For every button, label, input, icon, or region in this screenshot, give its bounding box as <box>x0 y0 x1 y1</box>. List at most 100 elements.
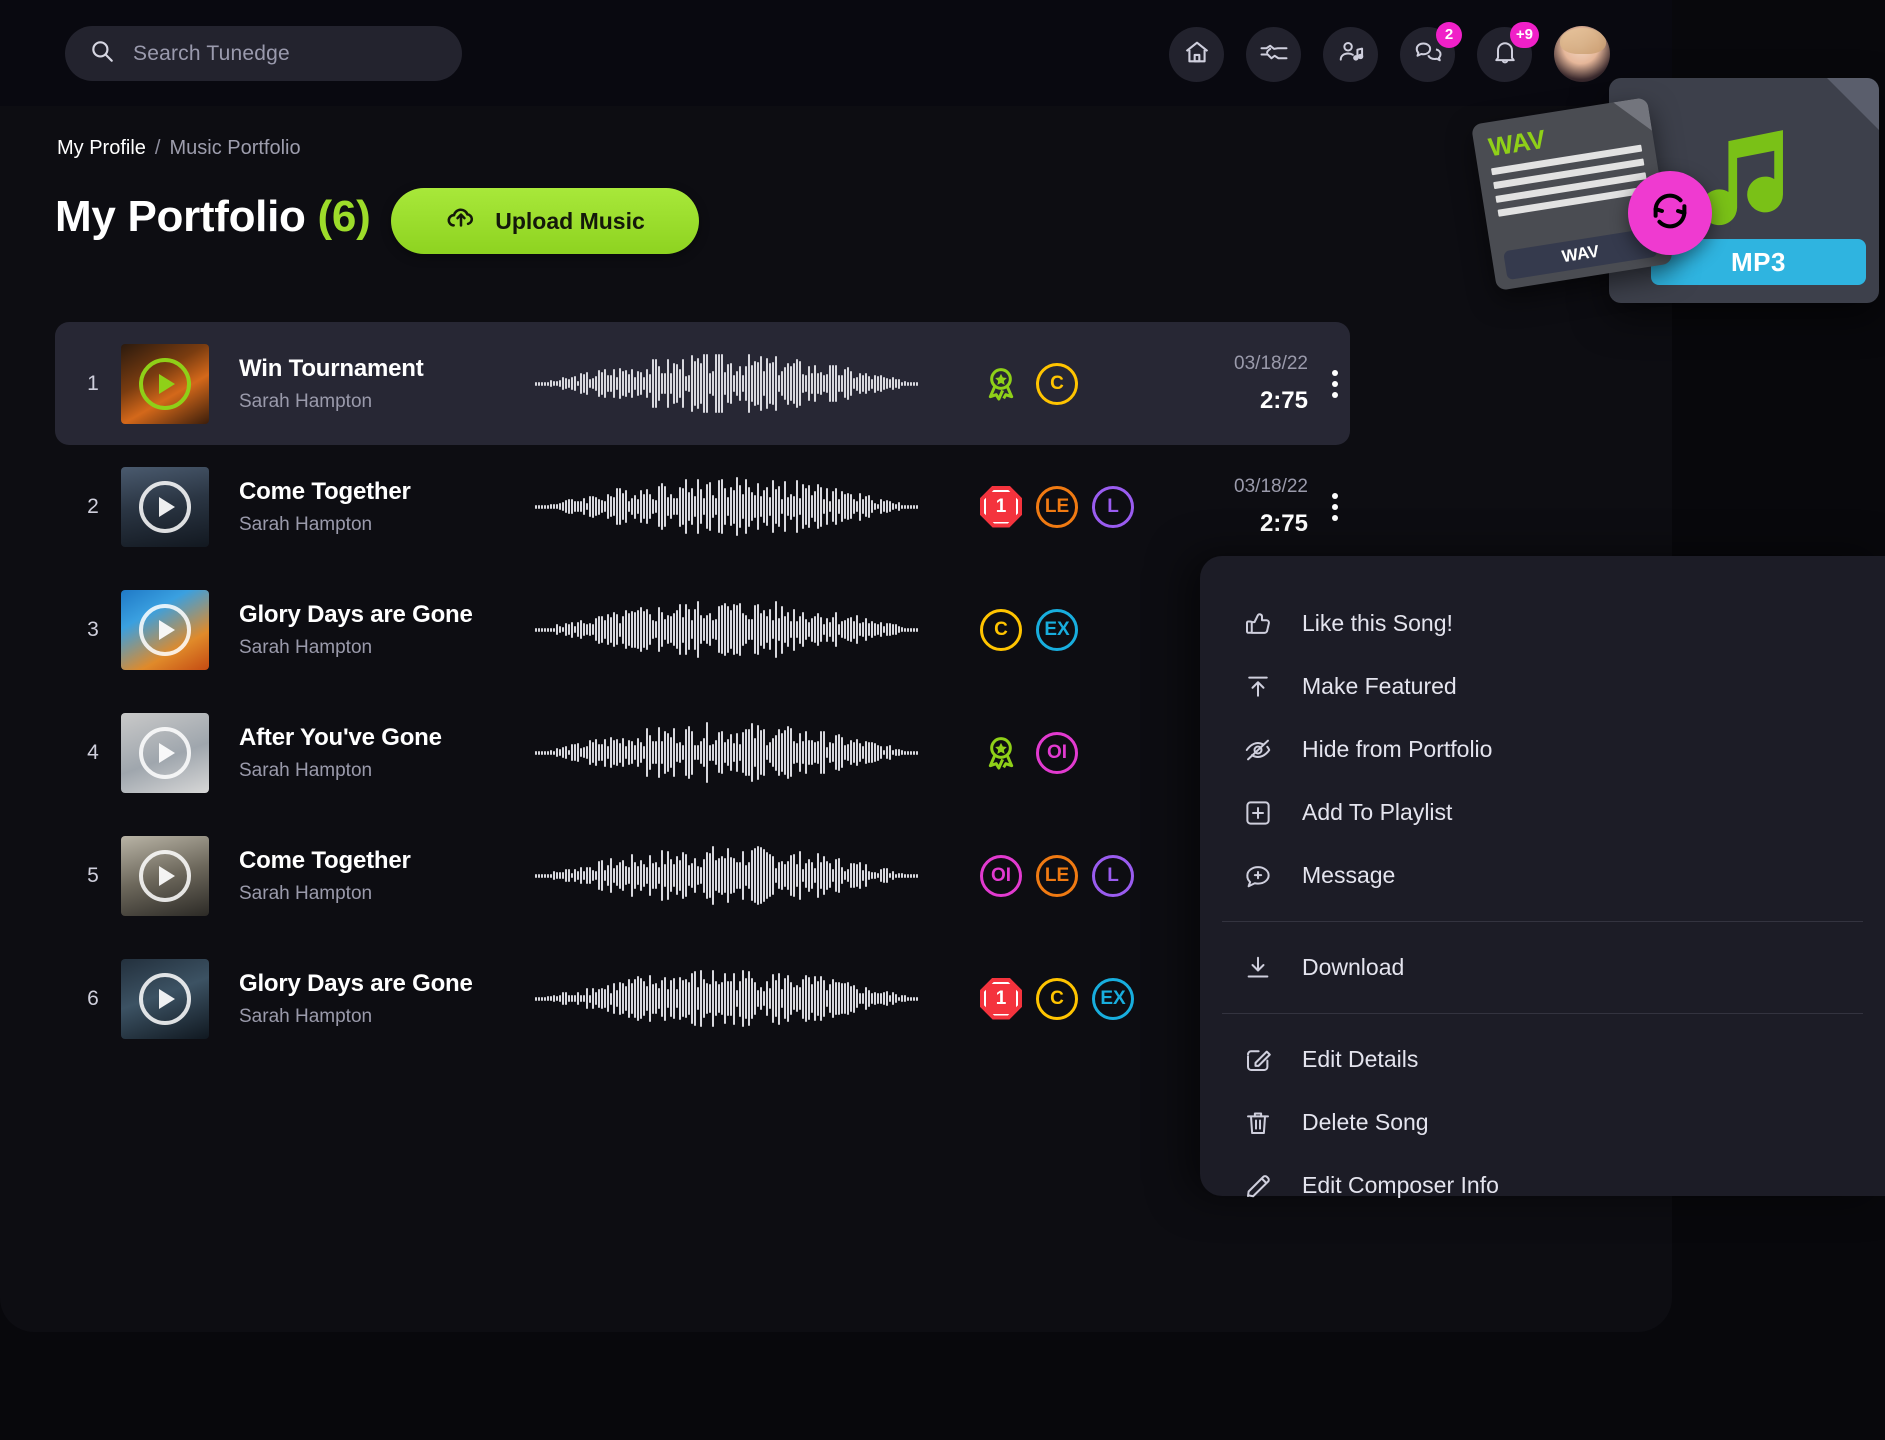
page-title-text: My Portfolio <box>55 192 306 241</box>
pencil-icon <box>1242 1171 1274 1201</box>
track-list: 1 Win Tournament Sarah Hampton C 03/18/22 2:7… <box>55 322 1350 1060</box>
play-icon[interactable] <box>139 972 191 1025</box>
track-thumbnail[interactable] <box>121 712 209 793</box>
menu-item-add-to-playlist[interactable]: Add To Playlist <box>1200 781 1885 844</box>
convert-icon-button[interactable] <box>1628 171 1712 255</box>
play-icon[interactable] <box>139 357 191 410</box>
track-flags: C EX <box>980 608 1170 651</box>
upload-music-button[interactable]: Upload Music <box>391 188 699 254</box>
thumbs-up-icon <box>1242 609 1274 639</box>
search-icon <box>89 38 115 69</box>
track-more-menu-button[interactable] <box>1320 492 1350 521</box>
play-icon[interactable] <box>139 849 191 902</box>
cloud-upload-icon <box>445 202 477 240</box>
breadcrumb-music-portfolio[interactable]: Music Portfolio <box>169 137 300 160</box>
wav-page-fold <box>1613 97 1652 136</box>
track-row[interactable]: 2 Come Together Sarah Hampton 1 LE L 03/18/22 2… <box>55 445 1350 568</box>
menu-item-like-this-song[interactable]: Like this Song! <box>1200 592 1885 655</box>
flag-badge-c: C <box>980 608 1022 651</box>
waveform[interactable] <box>535 963 927 1035</box>
track-thumbnail[interactable] <box>121 466 209 547</box>
waveform[interactable] <box>535 840 927 912</box>
waveform[interactable] <box>535 594 927 666</box>
waveform[interactable] <box>535 348 927 420</box>
breadcrumb-separator: / <box>154 137 161 159</box>
track-flags: 1 LE L <box>980 485 1170 528</box>
menu-item-label: Message <box>1302 862 1396 888</box>
restriction-badge: 1 <box>980 485 1022 528</box>
message-plus-icon <box>1242 861 1274 891</box>
menu-item-edit-composer-info[interactable]: Edit Composer Info <box>1200 1154 1885 1217</box>
award-badge-icon <box>980 732 1022 774</box>
track-title[interactable]: Come Together <box>239 847 531 875</box>
trash-icon <box>1242 1108 1274 1138</box>
track-index: 2 <box>87 494 99 518</box>
menu-item-label: Delete Song <box>1302 1109 1429 1135</box>
track-index: 6 <box>87 986 99 1010</box>
track-title[interactable]: Glory Days are Gone <box>239 601 531 629</box>
handshake-icon-button[interactable] <box>1246 26 1301 82</box>
play-icon[interactable] <box>139 480 191 533</box>
menu-item-label: Hide from Portfolio <box>1302 736 1493 762</box>
track-row[interactable]: 6 Glory Days are Gone Sarah Hampton 1 C EX <box>55 937 1350 1060</box>
waveform[interactable] <box>535 471 927 543</box>
bell-badge: +9 <box>1509 21 1539 48</box>
menu-item-edit-details[interactable]: Edit Details <box>1200 1028 1885 1091</box>
track-info: 03/18/22 2:75 <box>1170 476 1320 538</box>
track-row[interactable]: 1 Win Tournament Sarah Hampton C 03/18/22 2:7… <box>55 322 1350 445</box>
track-thumbnail[interactable] <box>121 958 209 1039</box>
user-music-icon-button[interactable] <box>1323 26 1378 82</box>
track-thumbnail[interactable] <box>121 835 209 916</box>
avatar[interactable] <box>1554 26 1610 82</box>
user-music-icon <box>1337 38 1365 71</box>
play-icon[interactable] <box>139 726 191 779</box>
track-title[interactable]: Come Together <box>239 478 531 506</box>
track-flags: 1 C EX <box>980 977 1170 1020</box>
waveform[interactable] <box>535 717 927 789</box>
mp3-page-fold <box>1827 78 1879 130</box>
track-row[interactable]: 5 Come Together Sarah Hampton OI LE L <box>55 814 1350 937</box>
upload-music-label: Upload Music <box>495 207 645 234</box>
refresh-convert-icon <box>1647 188 1693 239</box>
arrow-up-bar-icon <box>1242 672 1274 702</box>
track-meta: Come Together Sarah Hampton <box>239 847 531 905</box>
track-meta: Glory Days are Gone Sarah Hampton <box>239 601 531 659</box>
plus-square-icon <box>1242 798 1274 828</box>
track-row[interactable]: 3 Glory Days are Gone Sarah Hampton C EX <box>55 568 1350 691</box>
portfolio-count: (6) <box>317 192 371 241</box>
menu-item-download[interactable]: Download <box>1200 936 1885 999</box>
track-row[interactable]: 4 After You've Gone Sarah Hampton OI <box>55 691 1350 814</box>
menu-item-label: Edit Composer Info <box>1302 1172 1499 1198</box>
track-thumbnail[interactable] <box>121 589 209 670</box>
play-icon[interactable] <box>139 603 191 656</box>
track-title[interactable]: Win Tournament <box>239 355 531 383</box>
track-title[interactable]: Glory Days are Gone <box>239 970 531 998</box>
menu-item-hide-from-portfolio[interactable]: Hide from Portfolio <box>1200 718 1885 781</box>
breadcrumb-my-profile[interactable]: My Profile <box>57 137 146 160</box>
track-more-menu-button[interactable] <box>1320 369 1350 398</box>
menu-item-delete-song[interactable]: Delete Song <box>1200 1091 1885 1154</box>
track-artist: Sarah Hampton <box>239 390 373 412</box>
menu-item-message[interactable]: Message <box>1200 844 1885 907</box>
menu-item-label: Like this Song! <box>1302 610 1453 636</box>
menu-item-make-featured[interactable]: Make Featured <box>1200 655 1885 718</box>
chat-icon-button[interactable]: 2 <box>1400 21 1462 82</box>
search-input[interactable]: Search Tunedge <box>65 26 462 81</box>
track-artist: Sarah Hampton <box>239 636 373 658</box>
track-title[interactable]: After You've Gone <box>239 724 531 752</box>
home-icon <box>1183 38 1211 71</box>
search-placeholder-text: Search Tunedge <box>133 41 290 65</box>
flag-badge-oi: OI <box>980 854 1022 897</box>
menu-divider <box>1222 1013 1863 1014</box>
track-thumbnail[interactable] <box>121 343 209 424</box>
flag-badge-ex: EX <box>1092 977 1134 1020</box>
track-flags: OI LE L <box>980 854 1170 897</box>
menu-item-label: Download <box>1302 954 1405 980</box>
flag-badge-l: L <box>1092 485 1134 528</box>
bell-icon-button[interactable]: +9 <box>1477 21 1539 82</box>
flag-badge-c: C <box>1036 977 1078 1020</box>
home-icon-button[interactable] <box>1169 26 1224 82</box>
menu-item-label: Add To Playlist <box>1302 799 1453 825</box>
chat-badge: 2 <box>1436 21 1462 48</box>
edit-square-icon <box>1242 1045 1274 1075</box>
